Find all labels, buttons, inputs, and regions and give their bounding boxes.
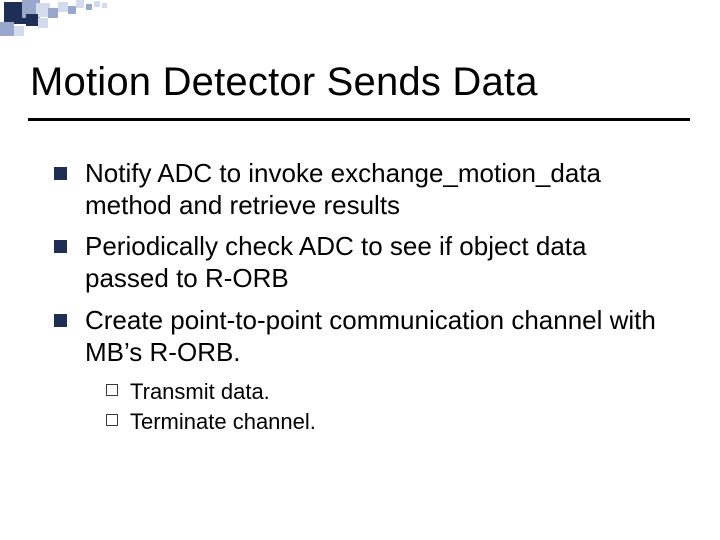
slide-title: Motion Detector Sends Data — [30, 60, 538, 105]
bullet-text: Periodically check ADC to see if object … — [85, 231, 674, 294]
square-bullet-icon — [54, 167, 67, 180]
sub-bullet-text: Transmit data. — [130, 378, 270, 406]
slide: Motion Detector Sends Data Notify ADC to… — [0, 0, 720, 540]
bullet-item: Notify ADC to invoke exchange_motion_dat… — [54, 158, 674, 221]
sub-bullet-text: Terminate channel. — [130, 408, 316, 436]
bullet-text: Create point-to-point communication chan… — [85, 305, 674, 368]
sub-bullet-item: Terminate channel. — [106, 408, 674, 436]
content-area: Notify ADC to invoke exchange_motion_dat… — [54, 158, 674, 437]
bullet-text: Notify ADC to invoke exchange_motion_dat… — [85, 158, 674, 221]
hollow-square-bullet-icon — [106, 384, 118, 396]
sub-bullet-item: Transmit data. — [106, 378, 674, 406]
title-underline — [28, 118, 690, 121]
bullet-item: Create point-to-point communication chan… — [54, 305, 674, 368]
hollow-square-bullet-icon — [106, 414, 118, 426]
square-bullet-icon — [54, 314, 67, 327]
bullet-item: Periodically check ADC to see if object … — [54, 231, 674, 294]
square-bullet-icon — [54, 240, 67, 253]
sub-bullet-list: Transmit data. Terminate channel. — [106, 378, 674, 435]
